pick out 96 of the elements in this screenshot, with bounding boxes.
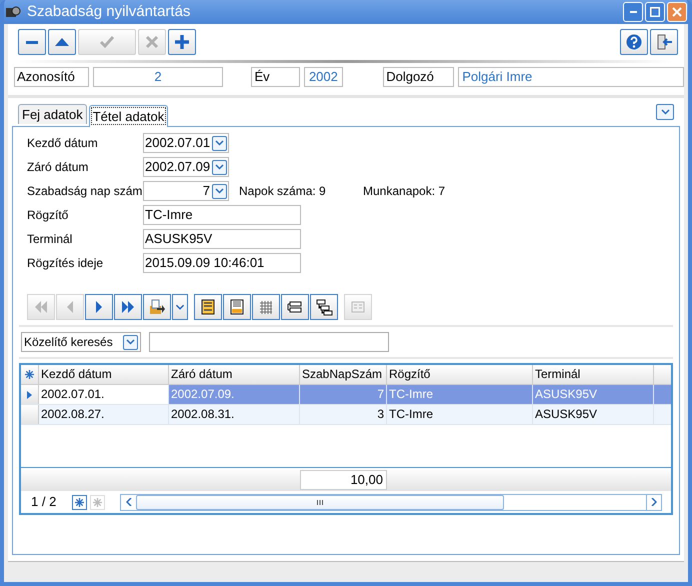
search-field[interactable] [149, 332, 389, 352]
current-row-icon [27, 390, 32, 398]
dropdown-field[interactable]: 2002.07.09 [143, 157, 229, 177]
asterisk-icon [75, 498, 84, 506]
grid-button[interactable] [252, 294, 280, 320]
text-field[interactable]: ASUSK95V [143, 229, 301, 249]
footer-view-icon [228, 298, 246, 316]
table-cell: ASUSK95V [533, 405, 654, 424]
table-cell: 2002.08.27. [39, 405, 169, 424]
caret-icon [176, 303, 184, 311]
app-icon [5, 5, 21, 19]
group-button[interactable] [281, 294, 309, 320]
field-label: Kezdő dátum [26, 135, 99, 152]
table-cell: 2002.07.09. [169, 385, 300, 404]
cross-icon [143, 33, 161, 51]
dropdown-button[interactable] [212, 184, 227, 198]
table-cell: TC-Imre [387, 405, 533, 424]
export-button[interactable] [143, 294, 171, 320]
field-label: Rögzítés ideje [26, 255, 104, 272]
caret-icon [215, 164, 224, 170]
field-label: Szabadság nap szám [26, 183, 143, 200]
caret-icon [215, 188, 224, 194]
info-text: Napok száma: 9 [239, 183, 327, 200]
window-title: Szabadság nyilvántartás [27, 2, 190, 22]
exit-button[interactable] [650, 29, 678, 55]
summary-cell: 10,00 [300, 470, 387, 490]
form-view-button[interactable] [194, 294, 222, 320]
dropdown-field[interactable]: 2002.07.01 [143, 133, 229, 153]
dropdown-field[interactable]: 7 [143, 181, 229, 201]
maximize-icon [650, 7, 660, 17]
minimize-button[interactable] [623, 2, 643, 22]
collapse-button[interactable] [656, 104, 674, 120]
last-button[interactable] [114, 294, 142, 320]
field-label: Terminál [26, 231, 74, 248]
text-field[interactable]: TC-Imre [143, 205, 301, 225]
table-cell: 2002.08.31. [169, 405, 300, 424]
table-cell: 7 [300, 385, 387, 404]
text-field[interactable]: 2015.09.09 10:46:01 [143, 253, 301, 273]
footer-view-button[interactable] [223, 294, 251, 320]
table-cell: 3 [300, 405, 387, 424]
export-icon [148, 298, 166, 316]
up-button[interactable] [48, 29, 76, 55]
dropdown-button[interactable] [172, 294, 188, 320]
field-label: Év [251, 67, 300, 87]
table-cell: TC-Imre [387, 385, 533, 404]
scrollbar-thumb[interactable] [136, 494, 504, 510]
table-row[interactable]: 2002.08.27. 2002.08.31. 3 TC-Imre ASUSK95V [21, 405, 671, 425]
table-row[interactable]: 2002.07.01. 2002.07.09. 7 TC-Imre ASUSK95V [21, 385, 671, 405]
form-view-icon [199, 298, 217, 316]
column-header[interactable]: Rögzítő [387, 365, 533, 384]
help-icon [625, 33, 643, 51]
minus-icon [26, 40, 38, 44]
exit-door-icon [655, 33, 673, 51]
maximize-button[interactable] [645, 2, 665, 22]
caret-icon [126, 339, 135, 345]
readonly-field: 2 [92, 67, 224, 87]
minus-button[interactable] [18, 29, 46, 55]
column-header[interactable]: Terminál [533, 365, 654, 384]
tree-button[interactable] [310, 294, 338, 320]
field-label: Dolgozó [383, 67, 454, 87]
horizontal-scrollbar[interactable] [120, 494, 662, 510]
info-text: Munkanapok: 7 [363, 183, 446, 200]
table-cell: 2002.07.01. [39, 385, 169, 404]
asterisk-icon [25, 370, 34, 379]
asterisk-icon [93, 498, 102, 506]
caret-icon [660, 109, 670, 115]
tree-icon [315, 298, 333, 316]
record-counter: 1 / 2 [31, 493, 58, 512]
table-cell: ASUSK95V [533, 385, 654, 404]
caret-icon [215, 140, 224, 146]
close-icon [672, 7, 682, 17]
dropdown-button[interactable] [212, 160, 227, 174]
search-mode-dropdown[interactable]: Közelítő keresés [21, 332, 141, 352]
column-header[interactable]: Záró dátum [169, 365, 300, 384]
grid-icon [257, 298, 275, 316]
dropdown-button[interactable] [123, 334, 138, 350]
field-label: Azonosító [14, 67, 88, 87]
tab[interactable]: Tétel adatok [88, 105, 168, 127]
field-label: Rögzítő [26, 207, 70, 224]
minimize-icon [630, 11, 636, 13]
check-icon [98, 33, 116, 51]
plus-icon [173, 33, 191, 51]
new-record-button[interactable] [72, 494, 87, 510]
next-button[interactable] [85, 294, 113, 320]
readonly-field: 2002 [304, 67, 344, 87]
dropdown-button[interactable] [212, 136, 227, 150]
help-button[interactable] [620, 29, 648, 55]
readonly-field: Polgári Imre [458, 67, 684, 87]
close-button[interactable] [667, 2, 687, 22]
plus-button[interactable] [168, 29, 196, 55]
double-right-arrow-icon [119, 298, 137, 316]
field-label: Záró dátum [26, 159, 90, 176]
row-selector[interactable] [21, 385, 39, 404]
column-header[interactable]: SzabNapSzám [300, 365, 387, 384]
tab[interactable]: Fej adatok [18, 104, 87, 124]
column-header[interactable]: Kezdő dátum [39, 365, 169, 384]
